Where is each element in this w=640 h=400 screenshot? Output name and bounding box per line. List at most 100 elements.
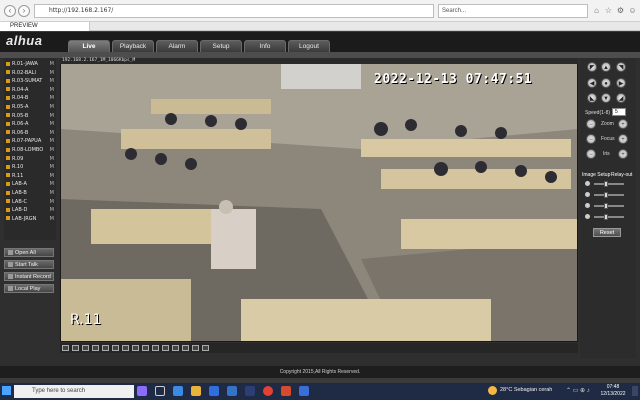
- home-icon[interactable]: ⌂: [592, 6, 601, 15]
- focus-out-icon[interactable]: −: [586, 134, 596, 144]
- ptz-down-icon[interactable]: ▼: [601, 93, 611, 103]
- ptz-up-left-icon[interactable]: ◤: [587, 62, 597, 72]
- contrast-slider[interactable]: [594, 194, 624, 196]
- reset-button[interactable]: Reset: [593, 228, 621, 237]
- channel-item[interactable]: R.06-B M: [4, 129, 56, 138]
- channel-item[interactable]: LAB-B M: [4, 189, 56, 198]
- start-talk-button[interactable]: Start Talk: [4, 260, 54, 269]
- ptz-left-icon[interactable]: ◀: [587, 78, 597, 88]
- ptz-down-right-icon[interactable]: ◢: [616, 93, 626, 103]
- clock-time[interactable]: 07:48: [600, 384, 626, 390]
- layout-4-icon[interactable]: [72, 345, 79, 351]
- channel-item[interactable]: R.01-JAWA M: [4, 60, 56, 69]
- tab-alarm[interactable]: Alarm: [156, 40, 198, 52]
- snapshot-icon[interactable]: [112, 345, 119, 351]
- lock-icon[interactable]: [202, 345, 209, 351]
- channel-item[interactable]: R.02-BALI M: [4, 69, 56, 78]
- channel-item[interactable]: R.05-A M: [4, 103, 56, 112]
- app-icon[interactable]: [245, 386, 255, 396]
- saturation-slider[interactable]: [594, 216, 624, 218]
- hue-slider[interactable]: [594, 205, 624, 207]
- channel-item[interactable]: R.07-PAPUA M: [4, 137, 56, 146]
- iris-out-icon[interactable]: −: [586, 149, 596, 159]
- zoom-out-icon[interactable]: −: [586, 119, 596, 129]
- channel-item[interactable]: R.03-SUMAT M: [4, 77, 56, 86]
- channel-item[interactable]: LAB-A M: [4, 180, 56, 189]
- settings-icon[interactable]: [182, 345, 189, 351]
- mail-icon[interactable]: [209, 386, 219, 396]
- ptz-up-right-icon[interactable]: ◥: [616, 62, 626, 72]
- zoom-icon[interactable]: [172, 345, 179, 351]
- gear-icon[interactable]: ⚙: [616, 6, 625, 15]
- relay-out-tab[interactable]: Relay-out: [611, 172, 632, 178]
- ptz-up-icon[interactable]: ▲: [601, 62, 611, 72]
- layout-9-icon[interactable]: [92, 345, 99, 351]
- instant-record-button[interactable]: Instant Record: [4, 272, 54, 281]
- tab-logout[interactable]: Logout: [288, 40, 330, 52]
- browser-tab[interactable]: PREVIEW: [0, 22, 90, 31]
- local-play-button[interactable]: Local Play: [4, 284, 54, 293]
- ptz-down-left-icon[interactable]: ◣: [587, 93, 597, 103]
- saturation-knob[interactable]: [604, 214, 608, 220]
- hue-knob[interactable]: [604, 203, 608, 209]
- channel-item[interactable]: LAB-JRGN M: [4, 215, 56, 224]
- channel-item[interactable]: R.04-A M: [4, 86, 56, 95]
- channel-item[interactable]: R.08-LOMBO M: [4, 146, 56, 155]
- weather-text[interactable]: 28°C Sebagian cerah: [500, 387, 552, 393]
- refresh-icon[interactable]: [192, 345, 199, 351]
- camera-icon: [6, 216, 10, 221]
- file-explorer-icon[interactable]: [191, 386, 201, 396]
- live-video-view[interactable]: [60, 58, 578, 342]
- windows-start-icon[interactable]: [2, 386, 11, 395]
- cortana-icon[interactable]: [137, 386, 147, 396]
- record-icon[interactable]: [122, 345, 129, 351]
- camera-icon: [6, 173, 10, 178]
- taskbar-search-input[interactable]: Type here to search: [14, 385, 134, 398]
- back-icon[interactable]: ‹: [4, 5, 16, 17]
- iris-in-icon[interactable]: +: [618, 149, 628, 159]
- brightness-knob[interactable]: [604, 181, 608, 187]
- stream-icon[interactable]: [162, 345, 169, 351]
- image-setup-tab[interactable]: Image Setup: [582, 172, 610, 178]
- chrome-icon[interactable]: [263, 386, 273, 396]
- address-bar[interactable]: http://192.168.2.167/: [34, 4, 434, 18]
- ratio-icon[interactable]: [152, 345, 159, 351]
- browser-search-input[interactable]: Search...: [438, 4, 588, 18]
- edge-icon[interactable]: [173, 386, 183, 396]
- clock-date[interactable]: 12/13/2022: [596, 391, 630, 397]
- tab-live[interactable]: Live: [68, 40, 110, 52]
- channel-item[interactable]: R.09 M: [4, 155, 56, 164]
- channel-item[interactable]: LAB-D M: [4, 206, 56, 215]
- star-icon[interactable]: ☆: [604, 6, 613, 15]
- store-icon[interactable]: [227, 386, 237, 396]
- focus-in-icon[interactable]: +: [618, 134, 628, 144]
- internet-explorer-icon[interactable]: [299, 386, 309, 396]
- channel-item[interactable]: LAB-C M: [4, 198, 56, 207]
- task-view-icon[interactable]: [155, 386, 165, 396]
- channel-item[interactable]: R.11 M: [4, 172, 56, 181]
- channel-item[interactable]: R.05-B M: [4, 112, 56, 121]
- close-all-icon[interactable]: [142, 345, 149, 351]
- channel-item[interactable]: R.06-A M: [4, 120, 56, 129]
- tab-playback[interactable]: Playback: [112, 40, 154, 52]
- layout-1-icon[interactable]: [62, 345, 69, 351]
- tab-info[interactable]: Info: [244, 40, 286, 52]
- office-icon[interactable]: [281, 386, 291, 396]
- fullscreen-icon[interactable]: [82, 345, 89, 351]
- ptz-right-icon[interactable]: ▶: [616, 78, 626, 88]
- notification-icon[interactable]: [632, 386, 638, 396]
- open-all-button[interactable]: Open All: [4, 248, 54, 257]
- smile-icon[interactable]: ☺: [628, 6, 637, 15]
- tray-icons[interactable]: ⌃ ▭ ⊕ ♪: [566, 387, 590, 394]
- brightness-slider[interactable]: [594, 183, 624, 185]
- ptz-center-icon[interactable]: ●: [601, 78, 611, 88]
- tab-setup[interactable]: Setup: [200, 40, 242, 52]
- audio-icon[interactable]: [132, 345, 139, 351]
- forward-icon[interactable]: ›: [18, 5, 30, 17]
- channel-item[interactable]: R.10 M: [4, 163, 56, 172]
- zoom-in-icon[interactable]: +: [618, 119, 628, 129]
- channel-item[interactable]: R.04-B M: [4, 94, 56, 103]
- contrast-knob[interactable]: [604, 192, 608, 198]
- speed-select[interactable]: 5: [612, 108, 626, 116]
- layout-16-icon[interactable]: [102, 345, 109, 351]
